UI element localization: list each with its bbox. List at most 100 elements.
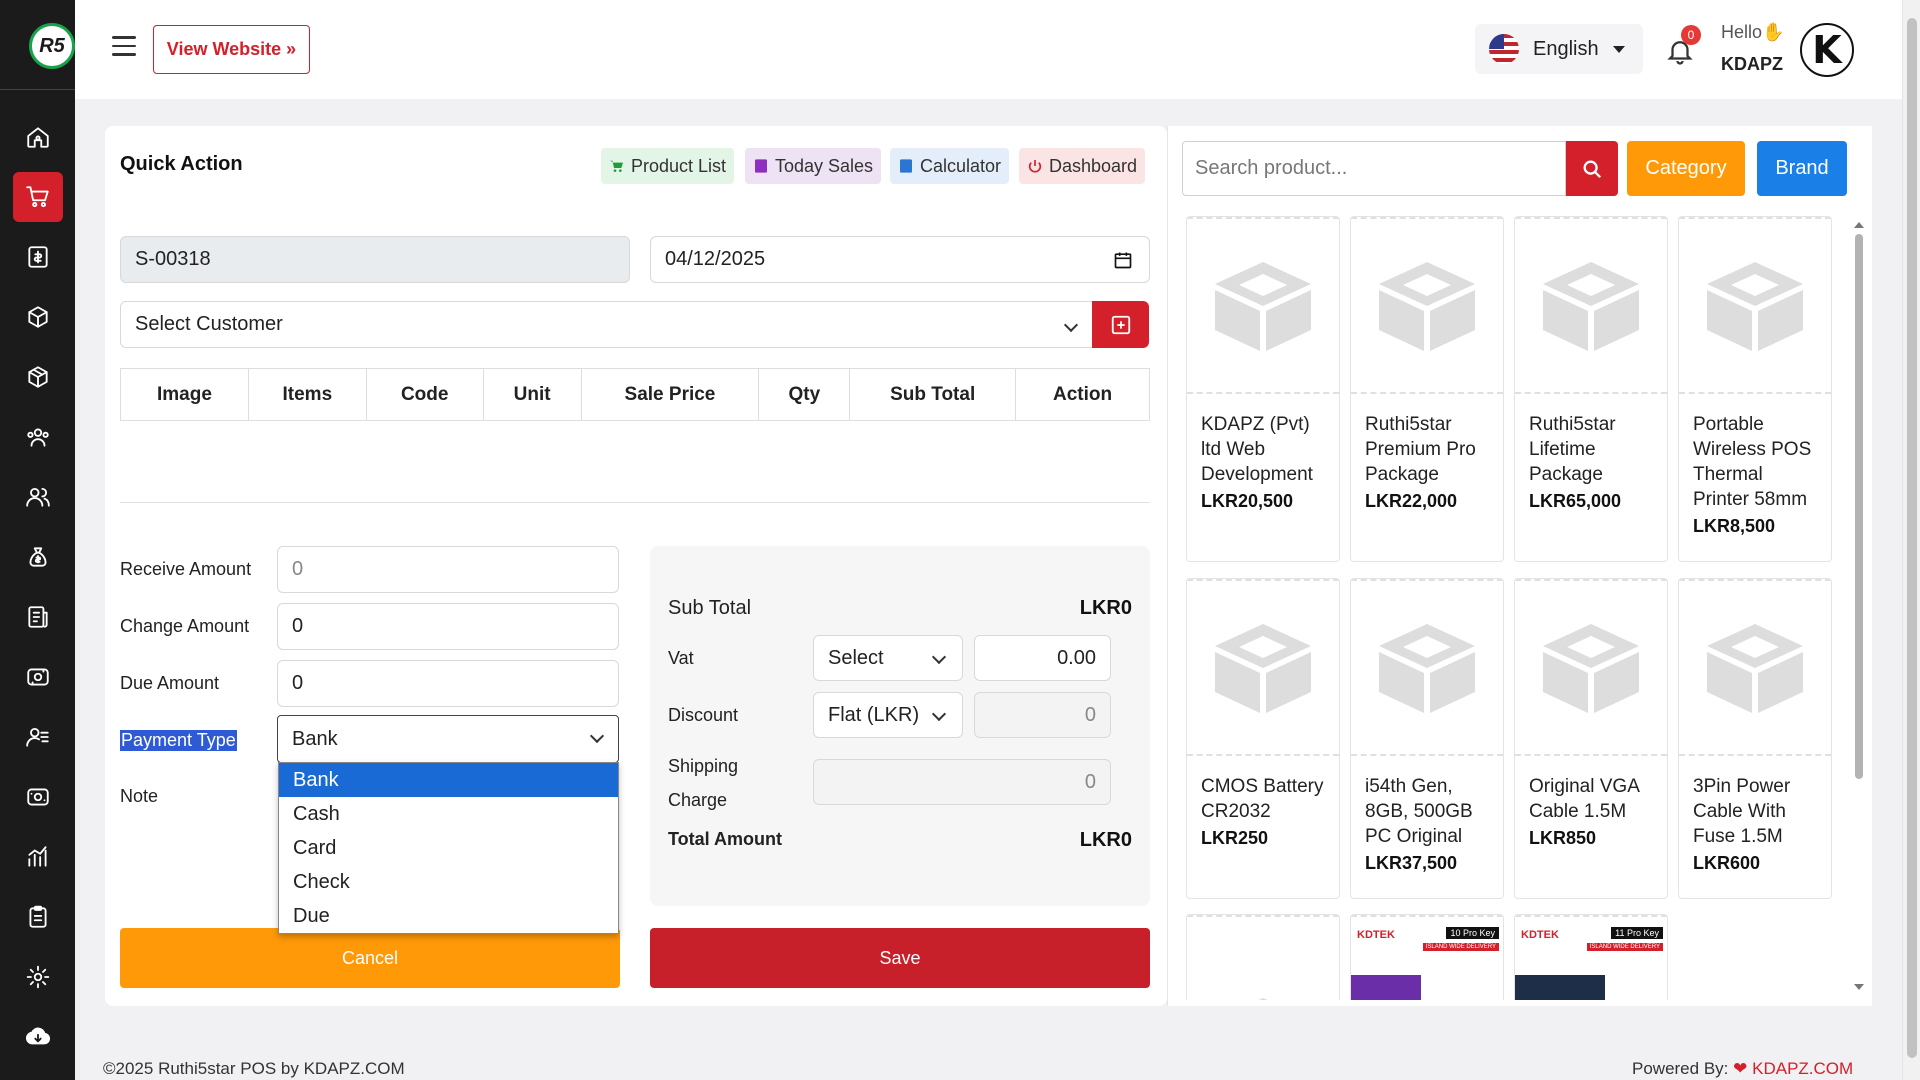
sidebar-item-settings[interactable] — [13, 952, 63, 1002]
product-photo — [1351, 975, 1421, 1000]
calculator-button[interactable]: Calculator — [890, 148, 1010, 184]
brand-button[interactable]: Brand — [1757, 141, 1847, 196]
product-list-label: Product List — [631, 155, 727, 176]
receipt-icon — [28, 246, 48, 268]
product-card[interactable]: KDTEK 10 Pro Key ISLAND WIDE DELIVERY — [1350, 914, 1504, 1000]
sidebar-item-suppliers[interactable] — [13, 472, 63, 522]
chevron-down-icon — [931, 706, 947, 722]
sidebar-divider — [0, 89, 75, 90]
view-website-button[interactable]: View Website » — [153, 25, 310, 74]
power-icon — [1028, 160, 1042, 173]
add-customer-button[interactable] — [1092, 301, 1149, 348]
sidebar-item-expenses[interactable] — [13, 532, 63, 582]
sidebar-item-backup[interactable] — [13, 1012, 63, 1062]
product-card[interactable]: Ruthi5star Premium Pro Package LKR22,000 — [1350, 216, 1504, 562]
product-card[interactable]: Original VGA Cable 1.5M LKR850 — [1514, 578, 1668, 899]
product-grid: KDAPZ (Pvt) ltd Web Development LKR20,50… — [1168, 214, 1873, 1000]
sidebar-item-pos[interactable] — [13, 172, 63, 222]
cancel-button[interactable]: Cancel — [120, 928, 620, 988]
dashboard-button[interactable]: Dashboard — [1019, 148, 1146, 184]
avatar-letter: K — [1812, 28, 1842, 72]
discount-input[interactable]: 0 — [974, 692, 1111, 738]
save-button[interactable]: Save — [650, 928, 1150, 988]
powered-by-label: Powered By: — [1632, 1059, 1729, 1078]
payment-option-bank[interactable]: Bank — [279, 763, 618, 797]
vat-select[interactable]: Select — [813, 635, 963, 681]
discount-type-select[interactable]: Flat (LKR) — [813, 692, 963, 738]
product-grid-scrollbar[interactable] — [1852, 222, 1866, 992]
product-card[interactable]: i54th Gen, 8GB, 500GB PC Original LKR37,… — [1350, 578, 1504, 899]
plus-square-icon — [1111, 315, 1130, 334]
product-tag: 10 Pro Key — [1446, 927, 1499, 939]
calendar-icon[interactable] — [1113, 250, 1133, 270]
sidebar-item-staff[interactable] — [13, 712, 63, 762]
money-bag-icon — [29, 547, 47, 567]
calculator-label: Calculator — [920, 155, 1002, 176]
product-card[interactable]: KDAPZ (Pvt) ltd Web Development LKR20,50… — [1186, 216, 1340, 562]
sidebar-item-sales[interactable] — [13, 232, 63, 282]
scroll-up-arrow[interactable] — [1854, 222, 1864, 228]
sidebar-item-reports[interactable] — [13, 832, 63, 882]
clipboard-icon — [29, 905, 47, 928]
today-sales-button[interactable]: Today Sales — [745, 148, 882, 184]
product-name: KDAPZ (Pvt) ltd Web Development — [1201, 414, 1313, 485]
product-search-input[interactable]: Search product... — [1182, 141, 1566, 196]
sidebar-item-products[interactable] — [13, 352, 63, 402]
language-selector[interactable]: English — [1475, 24, 1643, 74]
vat-input[interactable]: 0.00 — [974, 635, 1111, 681]
product-card[interactable]: Portable Wireless POS Thermal Printer 58… — [1678, 216, 1832, 562]
product-card[interactable]: CMOS Battery CR2032 LKR250 — [1186, 578, 1340, 899]
product-card[interactable]: Ruthi5star Lifetime Package LKR65,000 — [1514, 216, 1668, 562]
payment-type-select[interactable]: Bank — [277, 715, 619, 763]
payment-type-dropdown: Bank Cash Card Check Due — [278, 762, 619, 934]
box-placeholder-icon — [1543, 623, 1639, 713]
category-button[interactable]: Category — [1627, 141, 1745, 196]
cash-register-icon — [27, 788, 49, 806]
product-image — [1351, 217, 1503, 394]
sidebar-item-invoices[interactable] — [13, 592, 63, 642]
product-price: LKR250 — [1201, 828, 1269, 848]
page-scrollbar-thumb[interactable] — [1907, 18, 1917, 1058]
sale-date-field[interactable]: 04/12/2025 — [650, 236, 1150, 283]
powered-by-link[interactable]: KDAPZ.COM — [1752, 1059, 1853, 1078]
search-button[interactable] — [1566, 141, 1618, 196]
product-sub-tag: ISLAND WIDE DELIVERY — [1586, 943, 1663, 951]
change-amount-input[interactable]: 0 — [277, 603, 619, 650]
payment-option-card[interactable]: Card — [279, 831, 618, 865]
product-list-button[interactable]: Product List — [601, 148, 735, 184]
user-avatar[interactable]: K — [1800, 23, 1854, 77]
app-logo[interactable]: R5 — [29, 23, 75, 69]
due-amount-input[interactable]: 0 — [277, 660, 619, 707]
sidebar-item-purchases[interactable] — [13, 292, 63, 342]
col-image: Image — [120, 368, 249, 421]
payment-option-due[interactable]: Due — [279, 899, 618, 933]
shipping-label-line1: Shipping — [668, 756, 739, 776]
scroll-down-arrow[interactable] — [1854, 984, 1864, 990]
menu-toggle-icon[interactable] — [112, 36, 136, 56]
shipping-charge-input[interactable]: 0 — [813, 759, 1111, 805]
product-card[interactable] — [1186, 914, 1340, 1000]
gear-icon — [26, 965, 50, 989]
product-card[interactable]: KDTEK 11 Pro Key ISLAND WIDE DELIVERY — [1514, 914, 1668, 1000]
col-items: Items — [247, 368, 367, 421]
top-header: View Website » English 0 Hello✋ KDAPZ K — [75, 0, 1920, 99]
invoice-number-field[interactable]: S-00318 — [120, 236, 630, 283]
scrollbar-thumb[interactable] — [1855, 234, 1863, 779]
sidebar-item-notes[interactable] — [13, 892, 63, 942]
payment-option-cash[interactable]: Cash — [279, 797, 618, 831]
receive-amount-input[interactable]: 0 — [277, 546, 619, 593]
payment-option-check[interactable]: Check — [279, 865, 618, 899]
product-price: LKR22,000 — [1365, 491, 1458, 511]
product-card[interactable]: 3Pin Power Cable With Fuse 1.5M LKR600 — [1678, 578, 1832, 899]
product-name: Ruthi5star Lifetime Package — [1529, 414, 1616, 485]
customer-select-value: Select Customer — [135, 313, 283, 335]
sidebar-item-cash-register[interactable] — [13, 772, 63, 822]
product-brand-text: KDTEK — [1521, 929, 1559, 941]
product-image — [1515, 579, 1667, 756]
sidebar-item-payments[interactable] — [13, 652, 63, 702]
box-placeholder-icon — [1707, 623, 1803, 713]
sidebar-item-customers[interactable] — [13, 412, 63, 462]
sidebar-item-home[interactable] — [13, 112, 63, 162]
customer-select[interactable]: Select Customer — [120, 301, 1093, 348]
page-scrollbar[interactable] — [1902, 0, 1920, 1080]
